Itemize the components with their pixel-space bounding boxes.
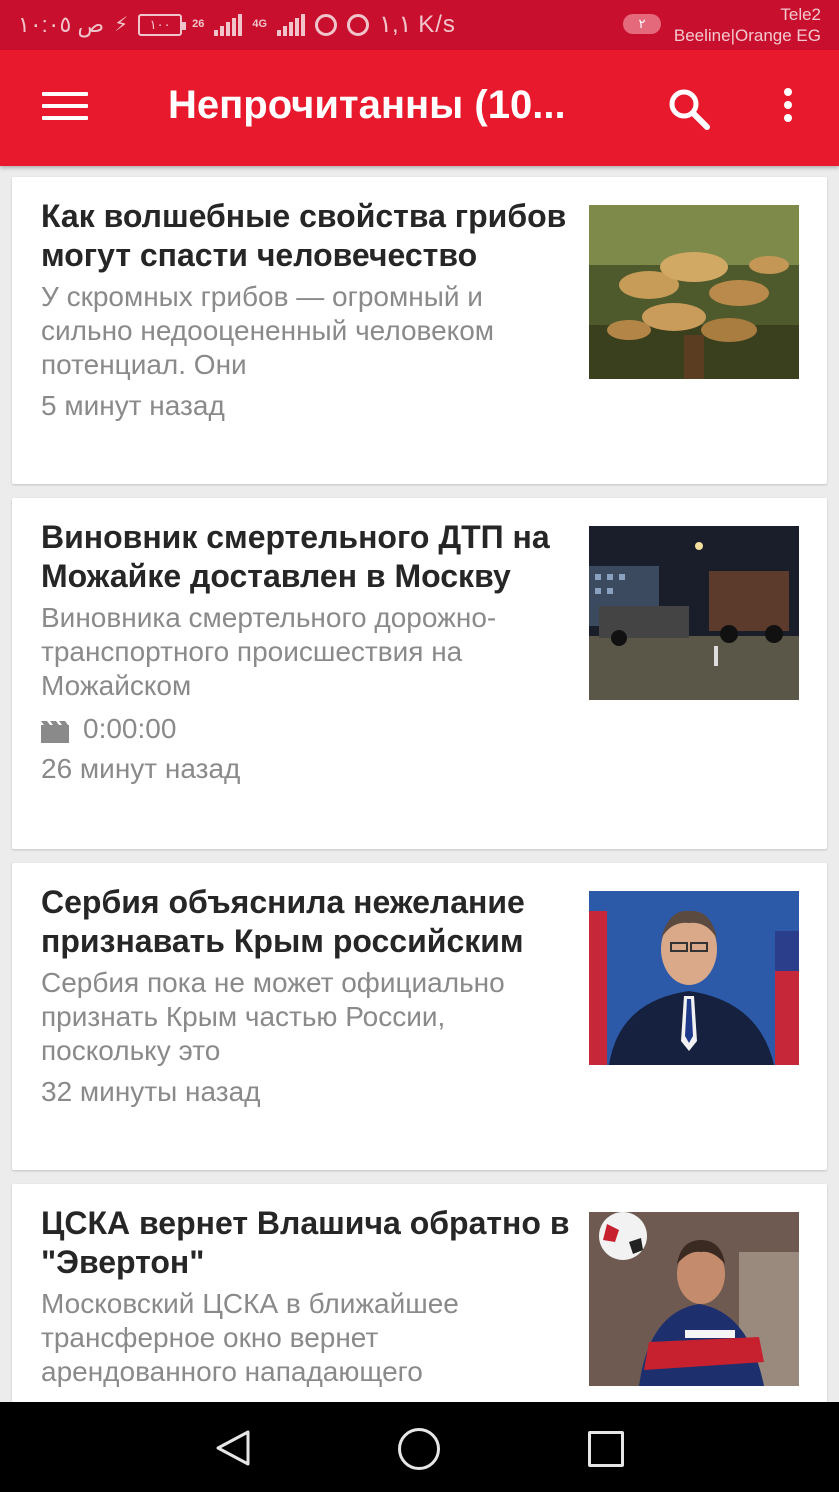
news-summary: У скромных грибов — огромный и сильно не… [41, 281, 495, 380]
politician-image [589, 891, 799, 1065]
app-bar: Непрочитанны (10... [0, 50, 839, 166]
news-headline: Как волшебные свойства грибов могут спас… [41, 198, 567, 273]
video-icon [41, 718, 69, 743]
news-card[interactable]: Виновник смертельного ДТП на Можайке дос… [12, 498, 827, 849]
news-card-text: Как волшебные свойства грибов могут спас… [41, 197, 576, 422]
hamburger-icon[interactable] [42, 92, 88, 124]
alarm-icon [315, 13, 338, 36]
news-card[interactable]: ЦСКА вернет Влашича обратно в "Эвертон" … [12, 1184, 827, 1424]
status-bar: ص ١٠:٠٥ ⚡ ١٠٠ 26 4G ١,١ K/s ٢ Tele2 Beel… [0, 0, 839, 50]
news-headline: Виновник смертельного ДТП на Можайке дос… [41, 519, 550, 594]
carrier-secondary: Beeline|Orange EG [673, 26, 821, 45]
status-time: ص ١٠:٠٥ [18, 11, 105, 37]
night-road-image [589, 526, 799, 700]
news-summary: Виновника смертельного дорожно-транспорт… [41, 602, 497, 701]
carrier-primary: Tele2 [780, 5, 821, 24]
news-thumbnail [589, 205, 799, 379]
news-time: 5 минут назад [41, 390, 225, 421]
news-card-text: Сербия объяснила нежелание признавать Кр… [41, 883, 576, 1108]
status-icons: ص ١٠:٠٥ ⚡ ١٠٠ 26 4G ١,١ K/s [18, 10, 456, 39]
video-duration-row: 0:00:00 [41, 713, 576, 745]
charging-icon: ⚡ [114, 14, 129, 36]
back-icon[interactable] [214, 1428, 254, 1468]
news-thumbnail [589, 1212, 799, 1386]
video-duration: 0:00:00 [83, 713, 177, 744]
footballer-image [589, 1212, 799, 1386]
news-feed: Как волшебные свойства грибов могут спас… [12, 177, 827, 1438]
news-card[interactable]: Как волшебные свойства грибов могут спас… [12, 177, 827, 484]
news-headline: Сербия объяснила нежелание признавать Кр… [41, 884, 525, 959]
mushrooms-image [589, 205, 799, 379]
network-type-b: 4G [252, 18, 268, 30]
signal-icon [214, 13, 243, 36]
network-speed: ١,١ K/s [379, 11, 456, 38]
battery-icon: ١٠٠ [138, 13, 187, 36]
page-title: Непрочитанны (10... [168, 83, 566, 127]
news-card-text: ЦСКА вернет Влашича обратно в "Эвертон" … [41, 1204, 576, 1389]
home-icon[interactable] [398, 1428, 440, 1470]
news-time: 32 минуты назад [41, 1076, 261, 1107]
news-time: 26 минут назад [41, 753, 241, 784]
news-thumbnail [589, 526, 799, 700]
news-card-text: Виновник смертельного ДТП на Можайке дос… [41, 518, 576, 785]
news-summary: Сербия пока не может официально признать… [41, 967, 505, 1066]
news-headline: ЦСКА вернет Влашича обратно в "Эвертон" [41, 1205, 570, 1280]
sim-badge: ٢ [623, 14, 661, 34]
system-nav-bar [0, 1402, 839, 1492]
search-icon[interactable] [666, 86, 712, 132]
network-type-a: 26 [192, 18, 205, 30]
carrier-info: Tele2 Beeline|Orange EG [674, 4, 821, 46]
signal-icon [277, 13, 306, 36]
recents-icon[interactable] [588, 1431, 624, 1467]
news-thumbnail [589, 891, 799, 1065]
news-card[interactable]: Сербия объяснила нежелание признавать Кр… [12, 863, 827, 1170]
more-vertical-icon[interactable] [776, 88, 800, 128]
news-summary: Московский ЦСКА в ближайшее трансферное … [41, 1288, 459, 1387]
hotspot-icon [347, 13, 370, 36]
